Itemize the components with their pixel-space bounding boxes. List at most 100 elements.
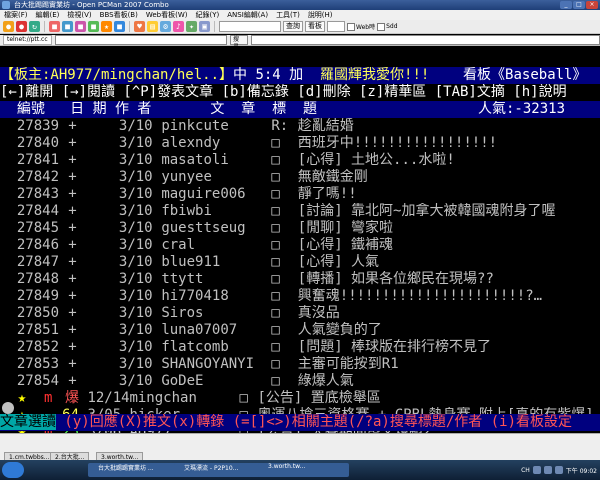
post-flag: + [68, 373, 77, 389]
web-checkbox[interactable]: Web時 [347, 22, 375, 31]
post-author: ttytt [161, 271, 204, 287]
post-number: 27850 [16, 305, 60, 321]
column-header: 編號 日 期 作 者 文 章 標 題 人氣:-32313 [0, 101, 600, 118]
tray-icon[interactable] [532, 466, 541, 474]
post-author: alexndy [161, 135, 221, 151]
copy-icon[interactable]: ■ [49, 21, 60, 32]
post-title: 趁亂結婚 [297, 118, 354, 134]
post-number: 27852 [16, 339, 60, 355]
post-row[interactable]: 27839 + 3/10 pinkcute R: 趁亂結婚 [0, 118, 600, 135]
post-row[interactable]: 27840 + 3/10 alexndy □ 西班牙中!!!!!!!!!!!!!!… [0, 135, 600, 152]
menu-help[interactable]: 說明(H) [308, 10, 333, 20]
connect-icon[interactable]: ● [3, 21, 14, 32]
folder-icon[interactable]: ▤ [147, 21, 158, 32]
post-row[interactable]: 27844 + 3/10 fbiwbi □ [討論] 靠北阿~加拿大被韓國魂附身了… [0, 203, 600, 220]
column-header-left: 編號 日 期 作 者 文 章 標 題 [0, 101, 318, 117]
post-box: □ [271, 356, 280, 372]
post-title: [公告] 置底檢舉區 [257, 390, 381, 406]
toolbar-small-input[interactable] [327, 21, 345, 32]
tool-icon[interactable]: ✦ [186, 21, 197, 32]
sticky-post-row[interactable]: ★ m 爆 12/14mingchan □ [公告] 置底檢舉區 [0, 390, 600, 407]
post-title: 無敵鐵金剛 [297, 169, 368, 185]
post-date: 3/10 [118, 186, 153, 202]
address-bar: telnet://ptt.cc 搜尋 [0, 35, 600, 51]
query-button[interactable]: 查詢 [283, 21, 303, 32]
screen-icon[interactable]: ■ [114, 21, 125, 32]
post-row[interactable]: 27853 + 3/10 SHANGOYANYI □ 主審可能按到R1 [0, 356, 600, 373]
post-number: 27840 [16, 135, 60, 151]
post-number: 27848 [16, 271, 60, 287]
post-row[interactable]: 27846 + 3/10 cral □ [心得] 鐵補魂 [0, 237, 600, 254]
address-extra-field[interactable] [54, 35, 227, 45]
menu-bbs[interactable]: BBS看板(B) [100, 10, 138, 20]
search-button[interactable]: 搜尋 [229, 35, 248, 51]
post-author: maguire006 [161, 186, 246, 202]
minimize-button[interactable]: _ [560, 1, 572, 9]
font-icon[interactable]: ■ [88, 21, 99, 32]
post-row[interactable]: 27849 + 3/10 hi770418 □ 興奮魂!!!!!!!!!!!!!!… [0, 288, 600, 305]
menu-tools[interactable]: 工具(T) [276, 10, 300, 20]
post-row[interactable]: 27847 + 3/10 blue911 □ [心得] 人氣 [0, 254, 600, 271]
music-icon[interactable]: ♪ [173, 21, 184, 32]
taskbar-item-2[interactable]: 艾瑪漂流 - P2P10... [174, 463, 265, 477]
post-author: masatoli [161, 152, 229, 168]
taskbar-item-1[interactable]: 台大批踢踢實業坊 ... [88, 463, 181, 477]
post-row[interactable]: 27848 + 3/10 ttytt □ [轉播] 如果各位鄉民在現場?? [0, 271, 600, 288]
address-blank-field[interactable] [250, 35, 600, 45]
post-date: 3/10 [118, 339, 153, 355]
menu-edit[interactable]: 編輯(E) [36, 10, 60, 20]
sdd-checkbox-label: Sdd [386, 23, 398, 30]
reconnect-icon[interactable]: ↻ [29, 21, 40, 32]
post-date: 3/10 [118, 305, 153, 321]
terminal-screen[interactable]: 【板主:AH977/mingchan/hel..】中 5:4 加 羅國輝我愛你!… [0, 47, 600, 457]
tray-icon[interactable] [554, 466, 563, 474]
start-button[interactable] [2, 462, 24, 478]
post-row[interactable]: 27854 + 3/10 GoDeE □ 綠爆人氣 [0, 373, 600, 390]
menu-view[interactable]: 檢視(V) [67, 10, 91, 20]
window-icon[interactable]: ▣ [199, 21, 210, 32]
menu-web[interactable]: Web看板(W) [146, 10, 188, 20]
post-row[interactable]: 27845 + 3/10 guesttseug □ [閒聊] 彎家啦 [0, 220, 600, 237]
post-flag: + [68, 220, 77, 236]
antiidle-icon[interactable]: ★ [101, 21, 112, 32]
post-author: flatcomb [161, 339, 229, 355]
color-icon[interactable]: ■ [75, 21, 86, 32]
post-date: 3/10 [118, 373, 153, 389]
favorites-icon[interactable]: ♥ [134, 21, 145, 32]
post-author: cral [161, 237, 196, 253]
post-flag: + [68, 356, 77, 372]
post-flag: + [68, 169, 77, 185]
post-box: □ [271, 305, 280, 321]
maximize-button[interactable]: □ [573, 1, 585, 9]
menu-file[interactable]: 檔案(F) [4, 10, 28, 20]
post-number: 27843 [16, 186, 60, 202]
post-box: □ [271, 254, 280, 270]
menu-log[interactable]: 紀錄(Y) [196, 10, 220, 20]
window-controls: _ □ × [560, 1, 598, 9]
tray-icon[interactable] [543, 466, 552, 474]
post-author: mingchan [129, 390, 197, 406]
post-row[interactable]: 27842 + 3/10 yunyee □ 無敵鐵金剛 [0, 169, 600, 186]
post-author: fbiwbi [161, 203, 212, 219]
post-row[interactable]: 27850 + 3/10 Siros □ 真沒品 [0, 305, 600, 322]
taskbar-item-3[interactable]: 3.worth.tw... [258, 463, 349, 477]
post-title: 興奮魂!!!!!!!!!!!!!!!!!!!!!!?… [297, 288, 543, 304]
close-button[interactable]: × [586, 1, 598, 9]
settings-icon[interactable]: ⚙ [160, 21, 171, 32]
disconnect-icon[interactable]: ● [16, 21, 27, 32]
address-field[interactable]: telnet://ptt.cc [3, 35, 52, 45]
sdd-checkbox[interactable]: Sdd [377, 22, 398, 31]
post-row[interactable]: 27841 + 3/10 masatoli □ [心得] 土地公...水啦! [0, 152, 600, 169]
menu-ansi[interactable]: ANSI編輯(A) [227, 10, 268, 20]
language-indicator[interactable]: CH [521, 467, 530, 474]
post-row[interactable]: 27843 + 3/10 maguire006 □ 靜了嗎!! [0, 186, 600, 203]
paste-icon[interactable]: ■ [62, 21, 73, 32]
post-row[interactable]: 27851 + 3/10 luna07007 □ 人氣變負的了 [0, 322, 600, 339]
board-button[interactable]: 看板 [305, 21, 325, 32]
post-author: luna07007 [161, 322, 238, 338]
toolbar-search-input[interactable] [219, 21, 281, 32]
post-box: R: [271, 118, 289, 134]
app-icon [2, 1, 10, 9]
post-row[interactable]: 27852 + 3/10 flatcomb □ [問題] 棒球版在排行榜不見了 [0, 339, 600, 356]
score-display: 中 5:4 加 [233, 67, 304, 83]
